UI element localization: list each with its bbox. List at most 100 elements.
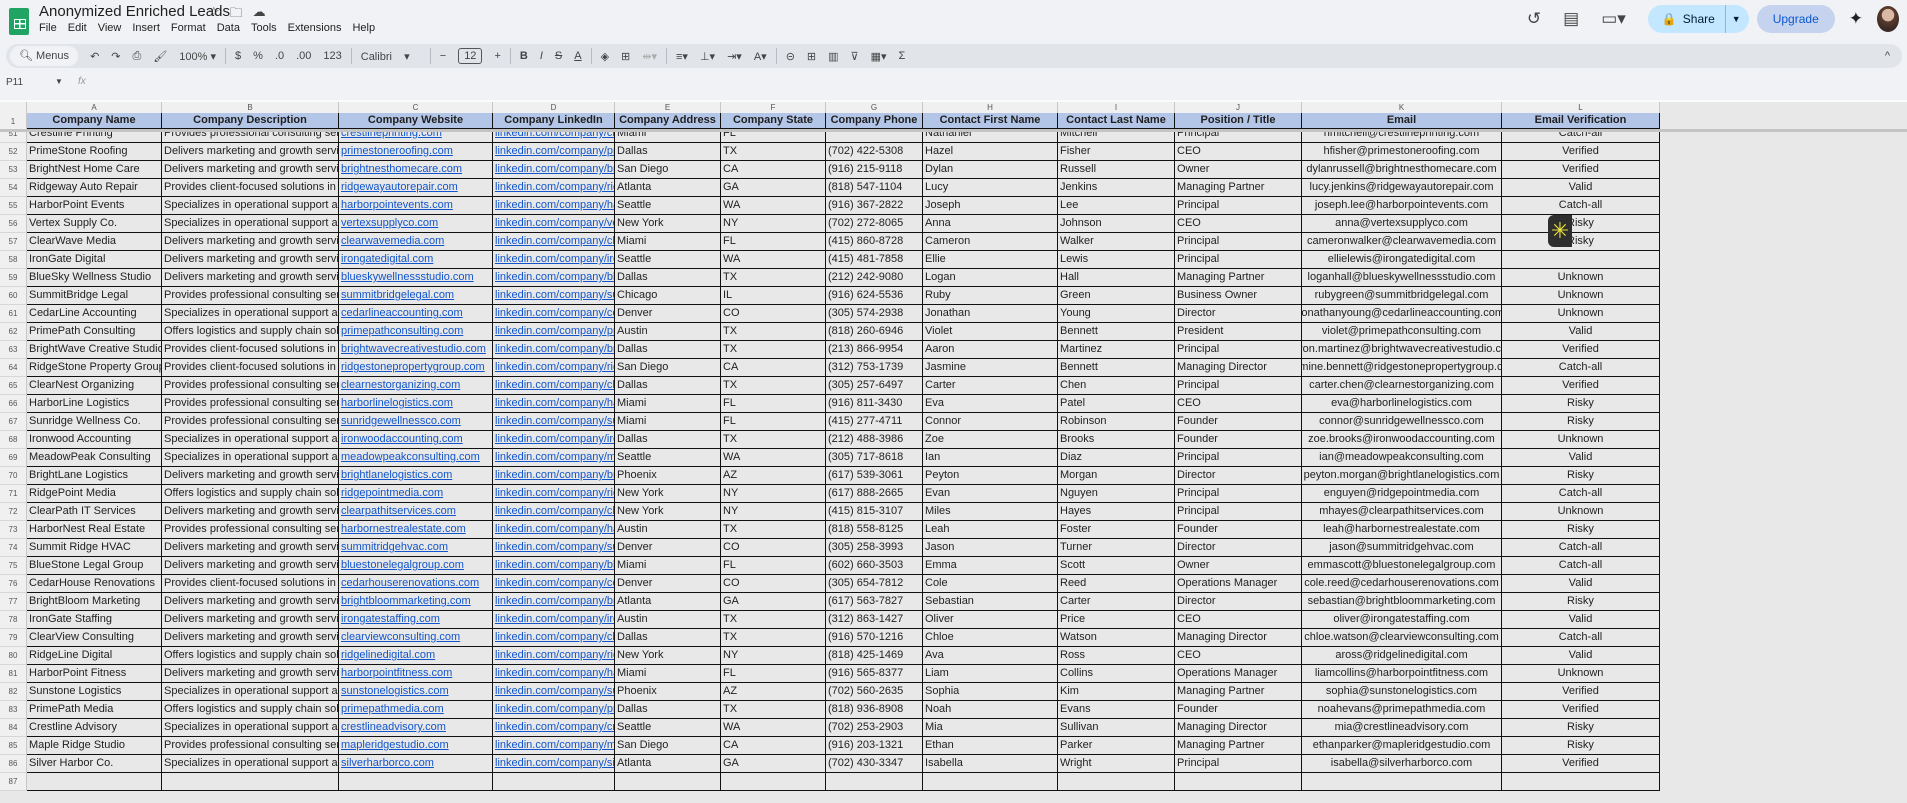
company-description-cell[interactable]: Specializes in operational support and b	[162, 719, 339, 737]
undo-icon[interactable]: ↶	[90, 50, 99, 63]
row-number[interactable]: 58	[0, 251, 27, 269]
company-website-value[interactable]: ridgelinedigital.com	[341, 649, 435, 661]
company-linkedin-value[interactable]: linkedin.com/company/clearviewconsulting	[495, 631, 614, 643]
header-email[interactable]: Email	[1302, 113, 1502, 129]
email-verification-cell[interactable]: Catch-all	[1502, 485, 1660, 503]
email-verification-cell[interactable]: Unknown	[1502, 269, 1660, 287]
contact-first-name-cell[interactable]	[923, 773, 1058, 791]
row-number[interactable]: 83	[0, 701, 27, 719]
company-website-cell[interactable]: harbornestrealestate.com	[339, 521, 493, 539]
row-number[interactable]: 66	[0, 395, 27, 413]
company-website-value[interactable]: irongatestaffing.com	[341, 613, 440, 625]
company-website-value[interactable]: primestoneroofing.com	[341, 145, 453, 157]
company-phone-cell[interactable]: (818) 558-8125	[826, 521, 923, 539]
row-number[interactable]: 61	[0, 305, 27, 323]
contact-last-name-cell[interactable]: Bennett	[1058, 359, 1175, 377]
email-verification-cell[interactable]: Verified	[1502, 377, 1660, 395]
company-phone-cell[interactable]: (818) 260-6946	[826, 323, 923, 341]
email-verification-cell[interactable]: Verified	[1502, 683, 1660, 701]
company-name-cell[interactable]: BrightNest Home Care	[27, 161, 162, 179]
company-linkedin-value[interactable]: linkedin.com/company/clearnestorganizing	[495, 379, 614, 391]
company-website-cell[interactable]: harborpointevents.com	[339, 197, 493, 215]
company-address-cell[interactable]: Miami	[615, 395, 721, 413]
contact-last-name-cell[interactable]: Watson	[1058, 629, 1175, 647]
contact-first-name-cell[interactable]: Dylan	[923, 161, 1058, 179]
company-description-cell[interactable]: Provides client-focused solutions in its…	[162, 359, 339, 377]
company-state-cell[interactable]: TX	[721, 143, 826, 161]
increase-decimal-button[interactable]: .00	[296, 50, 311, 62]
company-linkedin-cell[interactable]: linkedin.com/company/ridgewayautorepair	[493, 179, 615, 197]
company-website-cell[interactable]: ridgepointmedia.com	[339, 485, 493, 503]
corner-select-all[interactable]	[0, 102, 27, 113]
company-state-cell[interactable]: FL	[721, 233, 826, 251]
company-name-cell[interactable]: HarborLine Logistics	[27, 395, 162, 413]
company-address-cell[interactable]: Dallas	[615, 269, 721, 287]
header-company-phone[interactable]: Company Phone	[826, 113, 923, 129]
contact-first-name-cell[interactable]: Jonathan	[923, 305, 1058, 323]
email-cell[interactable]: rubygreen@summitbridgelegal.com	[1302, 287, 1502, 305]
email-verification-cell[interactable]: Verified	[1502, 161, 1660, 179]
company-website-cell[interactable]: ridgestonepropertygroup.com	[339, 359, 493, 377]
row-number[interactable]: 82	[0, 683, 27, 701]
header-email-verification[interactable]: Email Verification	[1502, 113, 1660, 129]
company-state-cell[interactable]: TX	[721, 611, 826, 629]
company-address-cell[interactable]: New York	[615, 215, 721, 233]
contact-last-name-cell[interactable]: Robinson	[1058, 413, 1175, 431]
company-linkedin-cell[interactable]: linkedin.com/company/harbornestrealestat…	[493, 521, 615, 539]
filter-views-icon[interactable]: ▦▾	[871, 50, 887, 63]
row-number[interactable]: 77	[0, 593, 27, 611]
email-cell[interactable]: mhayes@clearpathitservices.com	[1302, 503, 1502, 521]
contact-last-name-cell[interactable]: Jenkins	[1058, 179, 1175, 197]
company-linkedin-cell[interactable]: linkedin.com/company/mapleridgestudio	[493, 737, 615, 755]
company-description-cell[interactable]: Delivers marketing and growth services	[162, 539, 339, 557]
fill-color-icon[interactable]: ◈	[601, 50, 609, 63]
company-description-cell[interactable]: Specializes in operational support and b	[162, 755, 339, 773]
company-website-cell[interactable]: clearnestorganizing.com	[339, 377, 493, 395]
merge-cells-icon[interactable]: ⇹▾	[642, 50, 657, 63]
company-website-cell[interactable]: ironwoodaccounting.com	[339, 431, 493, 449]
company-linkedin-value[interactable]: linkedin.com/company/harborpointfitness	[495, 667, 614, 679]
email-cell[interactable]: chloe.watson@clearviewconsulting.com	[1302, 629, 1502, 647]
company-name-cell[interactable]: Ironwood Accounting	[27, 431, 162, 449]
company-website-cell[interactable]: sunstonelogistics.com	[339, 683, 493, 701]
company-description-cell[interactable]: Provides professional consulting service…	[162, 413, 339, 431]
company-phone-cell[interactable]: (818) 425-1469	[826, 647, 923, 665]
company-website-cell[interactable]: irongatedigital.com	[339, 251, 493, 269]
email-verification-cell[interactable]: Unknown	[1502, 503, 1660, 521]
contact-first-name-cell[interactable]: Ruby	[923, 287, 1058, 305]
company-address-cell[interactable]: Atlanta	[615, 179, 721, 197]
row-number[interactable]: 65	[0, 377, 27, 395]
company-website-cell[interactable]: primepathconsulting.com	[339, 323, 493, 341]
position-title-cell[interactable]: Principal	[1175, 485, 1302, 503]
freeze-divider[interactable]	[0, 129, 1907, 132]
company-state-cell[interactable]: TX	[721, 629, 826, 647]
row-number[interactable]: 62	[0, 323, 27, 341]
company-description-cell[interactable]: Delivers marketing and growth services	[162, 161, 339, 179]
company-description-cell[interactable]: Specializes in operational support and b	[162, 431, 339, 449]
email-cell[interactable]: cole.reed@cedarhouserenovations.com	[1302, 575, 1502, 593]
company-name-cell[interactable]: Silver Harbor Co.	[27, 755, 162, 773]
company-address-cell[interactable]: San Diego	[615, 359, 721, 377]
email-cell[interactable]: ian@meadowpeakconsulting.com	[1302, 449, 1502, 467]
email-verification-cell[interactable]: Catch-all	[1502, 359, 1660, 377]
email-cell[interactable]: oliver@irongatestaffing.com	[1302, 611, 1502, 629]
column-header-g[interactable]: G	[826, 102, 923, 113]
company-name-cell[interactable]: Sunridge Wellness Co.	[27, 413, 162, 431]
contact-last-name-cell[interactable]: Lewis	[1058, 251, 1175, 269]
company-state-cell[interactable]: CO	[721, 539, 826, 557]
company-name-cell[interactable]: ClearView Consulting	[27, 629, 162, 647]
company-linkedin-value[interactable]: linkedin.com/company/harborlinelogistics	[495, 397, 614, 409]
row-number[interactable]: 68	[0, 431, 27, 449]
contact-first-name-cell[interactable]: Connor	[923, 413, 1058, 431]
column-header-i[interactable]: I	[1058, 102, 1175, 113]
position-title-cell[interactable]: Owner	[1175, 557, 1302, 575]
company-name-cell[interactable]: ClearWave Media	[27, 233, 162, 251]
email-cell[interactable]: mia@crestlineadvisory.com	[1302, 719, 1502, 737]
company-website-value[interactable]: vertexsupplyco.com	[341, 217, 438, 229]
contact-first-name-cell[interactable]: Jasmine	[923, 359, 1058, 377]
company-state-cell[interactable]: WA	[721, 251, 826, 269]
email-verification-cell[interactable]: Valid	[1502, 449, 1660, 467]
row-number[interactable]: 55	[0, 197, 27, 215]
company-linkedin-cell[interactable]: linkedin.com/company/harborpointevents	[493, 197, 615, 215]
company-name-cell[interactable]: RidgePoint Media	[27, 485, 162, 503]
